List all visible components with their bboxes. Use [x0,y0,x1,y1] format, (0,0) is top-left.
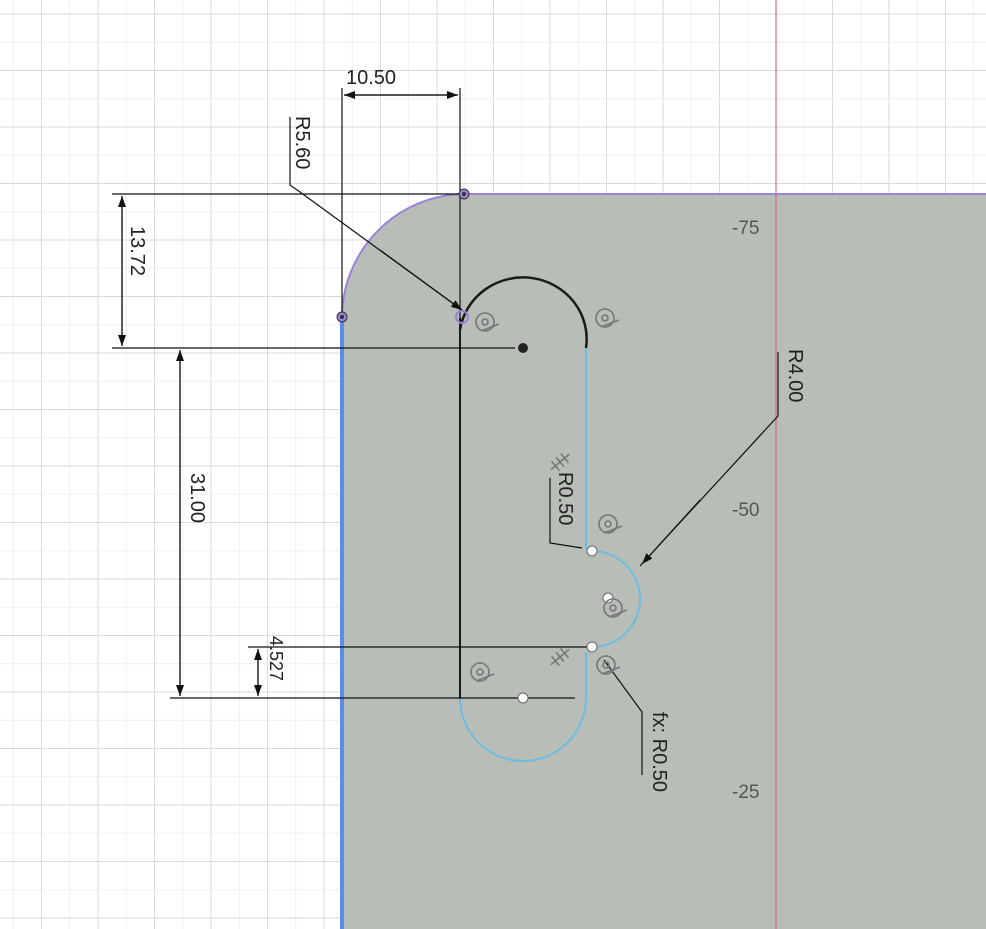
ruler-label: -75 [732,218,759,239]
dim-small-offset[interactable]: 4.527 [266,636,286,681]
dim-width-top[interactable]: 10.50 [346,67,396,89]
dim-slot-length[interactable]: 31.00 [186,473,208,523]
dim-tiny-radius-top[interactable]: R0.50 [554,472,576,525]
slot-center-bottom[interactable] [517,692,529,704]
ruler-label: -50 [732,500,759,521]
profile-region[interactable] [342,194,986,929]
point-arc-top[interactable] [586,545,598,557]
dim-slot-radius[interactable]: R4.00 [784,349,806,402]
dim-height-top[interactable]: 13.72 [126,226,148,276]
dim-tiny-radius-bottom[interactable]: fx: R0.50 [648,712,670,792]
ruler-label: -25 [732,782,759,803]
slot-center-top[interactable] [518,343,528,353]
dim-fillet-radius[interactable]: R5.60 [291,116,313,169]
point-arc-bottom[interactable] [586,641,598,653]
sketch-canvas[interactable]: 10.50 R5.60 13.72 31.00 4.527 R4.00 R0.5… [0,0,986,929]
